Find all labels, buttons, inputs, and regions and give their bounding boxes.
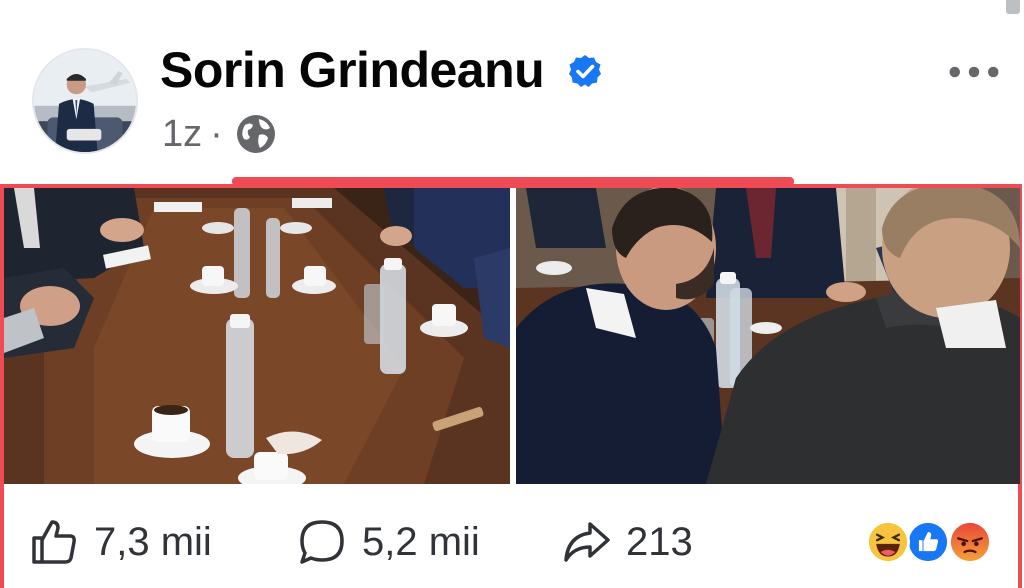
share-arrow-icon bbox=[564, 522, 610, 562]
comment-button[interactable]: 5,2 mii bbox=[296, 514, 480, 570]
scrollbar-thumb[interactable] bbox=[1006, 0, 1020, 14]
author-avatar[interactable] bbox=[32, 48, 138, 154]
author-name[interactable]: Sorin Grindeanu bbox=[160, 38, 545, 102]
share-count: 213 bbox=[626, 519, 693, 564]
globe-icon[interactable] bbox=[235, 113, 277, 155]
comment-count: 5,2 mii bbox=[362, 519, 480, 564]
like-button[interactable]: 7,3 mii bbox=[28, 514, 212, 570]
share-button[interactable]: 213 bbox=[560, 514, 693, 570]
like-icon bbox=[906, 520, 950, 564]
meta-separator: · bbox=[210, 112, 223, 155]
highlight-bar bbox=[232, 177, 794, 186]
post-time[interactable]: 1z bbox=[162, 113, 202, 156]
thumbs-up-icon bbox=[32, 520, 76, 564]
verified-badge-icon bbox=[568, 54, 602, 88]
like-count: 7,3 mii bbox=[94, 519, 212, 564]
post-actions: 7,3 mii 5,2 mii 213 bbox=[4, 488, 1020, 588]
comment-bubble-icon bbox=[300, 520, 344, 564]
post-meta: 1z · bbox=[162, 110, 277, 158]
facebook-post: Sorin Grindeanu 1z · 7,3 mii 5,2 mii 213 bbox=[0, 0, 1024, 588]
angry-icon bbox=[948, 520, 992, 564]
avatar-photo bbox=[34, 50, 136, 152]
photo-meeting-table[interactable] bbox=[4, 188, 510, 484]
reactions-summary[interactable] bbox=[866, 520, 996, 566]
more-options-button[interactable] bbox=[942, 52, 1006, 92]
photo-meeting-attendees[interactable] bbox=[516, 188, 1020, 484]
more-dots-icon bbox=[949, 66, 999, 78]
haha-icon bbox=[866, 520, 910, 564]
